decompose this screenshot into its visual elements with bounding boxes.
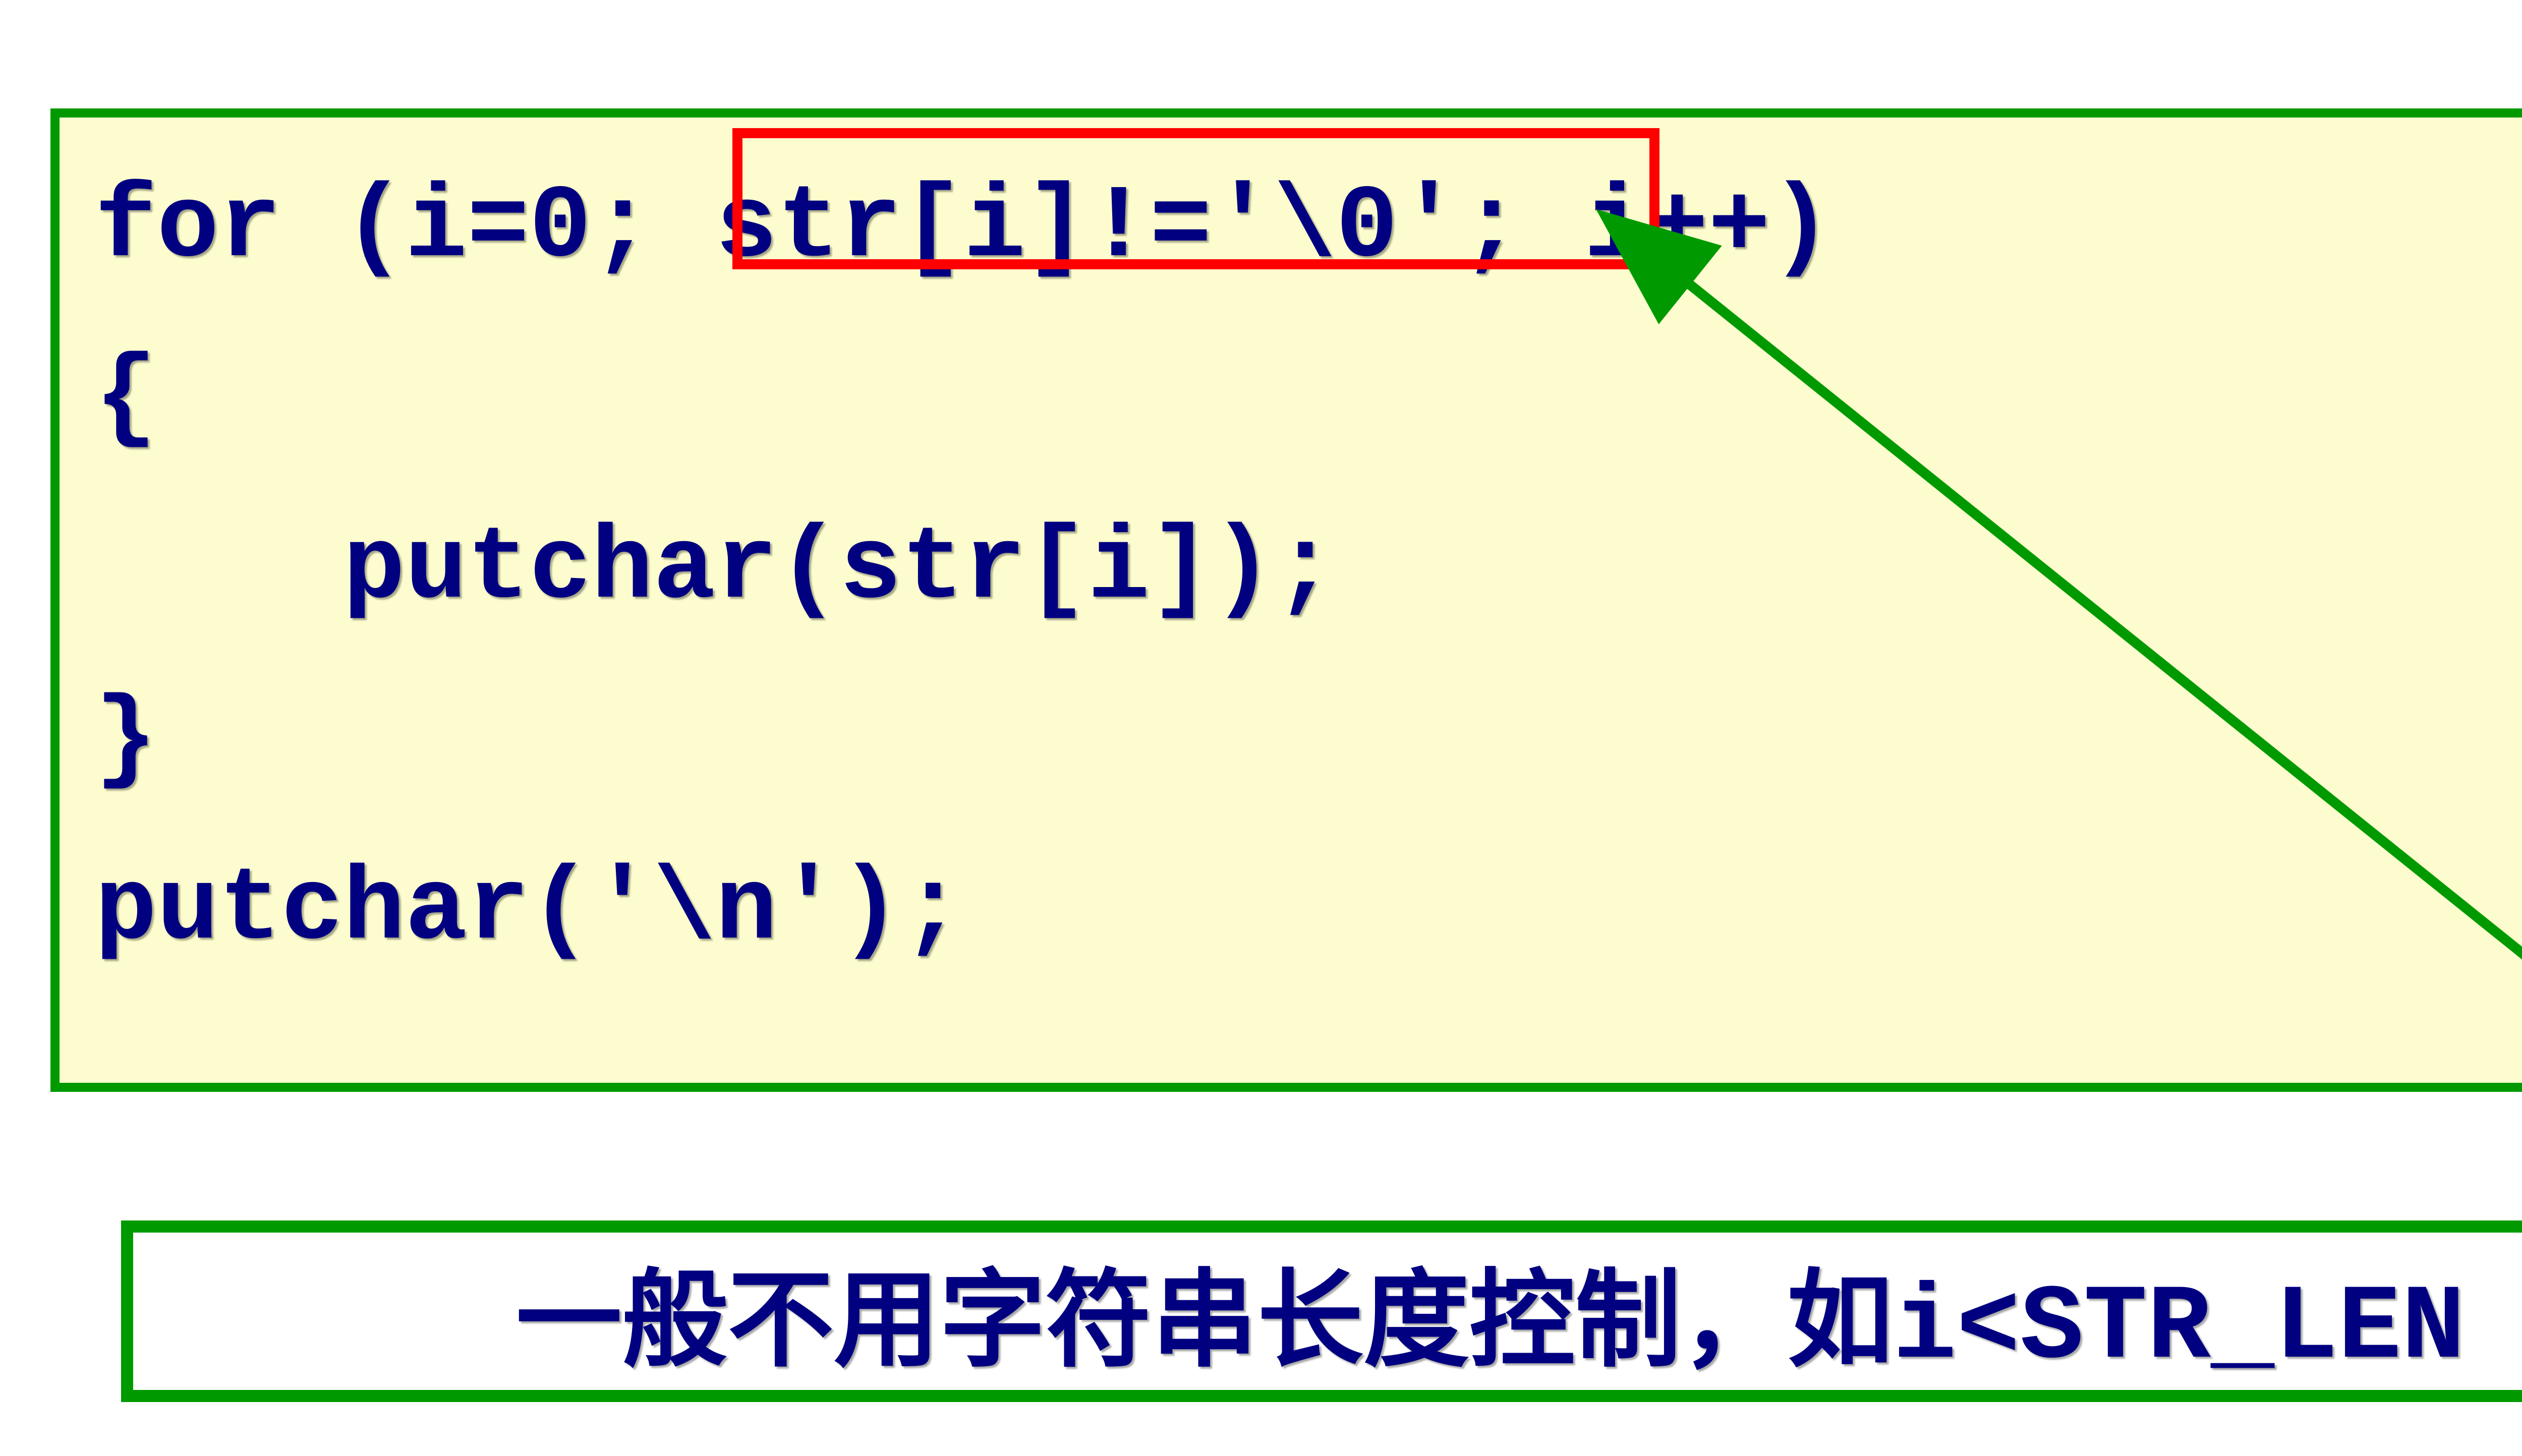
code-line-1: for (i=0; str[i]!='\0'; i++) [95, 143, 2522, 313]
annotation-code: i<STR_LEN [1893, 1269, 2465, 1389]
highlighted-condition: str[i]!='\0' [715, 169, 1460, 286]
code-line-5: putchar('\n'); [95, 825, 2522, 996]
code-line-3: putchar(str[i]); [95, 484, 2522, 655]
code-block: for (i=0; str[i]!='\0'; i++) { putchar(s… [50, 108, 2522, 1092]
code-line-4: } [95, 655, 2522, 825]
code-line-2: { [95, 313, 2522, 484]
annotation-cn: 一般不用字符串长度控制，如 [516, 1261, 1893, 1379]
annotation-callout: 一般不用字符串长度控制，如i<STR_LEN [121, 1220, 2522, 1402]
code-segment: ; i++) [1460, 169, 1832, 286]
annotation-text: 一般不用字符串长度控制，如i<STR_LEN [516, 1234, 2465, 1389]
code-segment: for (i=0; [95, 169, 715, 286]
